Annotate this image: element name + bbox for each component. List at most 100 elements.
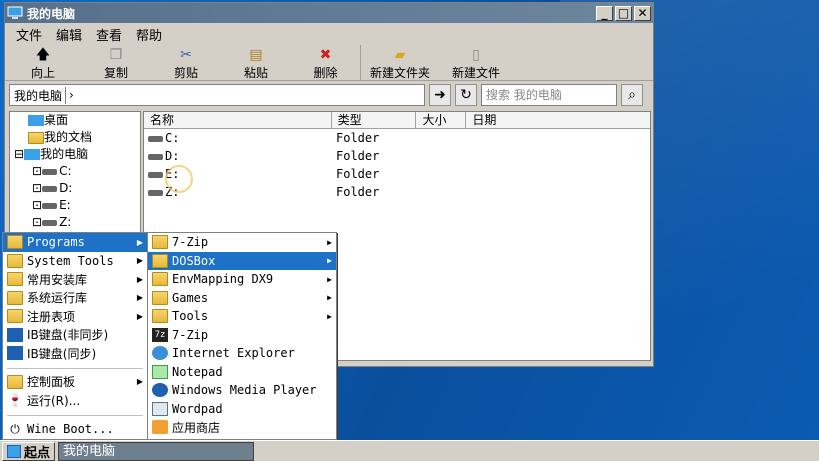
submenu-arrow-icon: ▶ [136, 237, 143, 247]
keyboard-icon [7, 346, 23, 361]
tree-item-documents[interactable]: 我的文档 [10, 129, 140, 146]
expand-icon[interactable]: ⊡ [32, 164, 42, 178]
copy-button[interactable]: ❐ 复制 [81, 45, 151, 81]
paste-icon: ▤ [249, 47, 263, 63]
menu-edit[interactable]: 编辑 [49, 25, 89, 44]
up-button[interactable]: 🡅 向上 [5, 45, 81, 81]
search-input[interactable]: 搜索 我的电脑 [481, 84, 617, 106]
program-item-7zip-folder[interactable]: 7-Zip ▶ [148, 233, 336, 252]
maximize-button[interactable]: □ [615, 5, 632, 21]
folder-icon [7, 290, 23, 305]
cut-button[interactable]: ✂ 剪贴 [151, 45, 221, 81]
address-bar: 我的电脑 › ➜ ↻ 搜索 我的电脑 ⌕ [9, 83, 649, 107]
busy-cursor-icon [165, 165, 193, 193]
start-item-registry[interactable]: 注册表项 ▶ [3, 307, 147, 326]
new-file-button[interactable]: ▯ 新建文件 [439, 45, 513, 81]
collapse-icon[interactable]: ⊟ [14, 147, 24, 161]
program-item-wordpad[interactable]: Wordpad [148, 400, 336, 419]
list-header: 名称 类型 大小 日期 [144, 112, 650, 129]
folder-icon [28, 131, 44, 144]
program-item-internet-explorer[interactable]: Internet Explorer [148, 344, 336, 363]
column-name[interactable]: 名称 [144, 112, 332, 128]
menu-view[interactable]: 查看 [89, 25, 129, 44]
program-item-envmapping[interactable]: EnvMapping DX9 ▶ [148, 270, 336, 289]
start-item-install-library[interactable]: 常用安装库 ▶ [3, 270, 147, 289]
submenu-arrow-icon: ▶ [136, 377, 143, 387]
folder-icon [152, 253, 168, 268]
run-icon: 🍷 [7, 393, 23, 408]
close-button[interactable]: ✕ [634, 5, 651, 21]
program-item-games[interactable]: Games ▶ [148, 289, 336, 308]
start-item-run[interactable]: 🍷 运行(R)... [3, 391, 147, 410]
programs-submenu: 7-Zip ▶ DOSBox ▶ EnvMapping DX9 ▶ Games ▶ To… [147, 232, 337, 440]
list-item[interactable]: C: Folder [144, 129, 650, 147]
list-item[interactable]: D: Folder [144, 147, 650, 165]
expand-icon[interactable]: ⊡ [32, 181, 42, 195]
program-item-dosbox[interactable]: DOSBox ▶ [148, 251, 336, 270]
new-folder-button[interactable]: ▰ 新建文件夹 [361, 45, 439, 81]
menu-help[interactable]: 帮助 [129, 25, 169, 44]
taskbar-item-my-computer[interactable]: 我的电脑 [58, 441, 255, 461]
folder-icon [152, 290, 168, 305]
new-folder-icon: ▰ [394, 47, 406, 63]
column-type[interactable]: 类型 [332, 112, 417, 128]
folder-icon [7, 309, 23, 324]
drive-icon [42, 185, 58, 192]
column-date[interactable]: 日期 [466, 112, 650, 128]
window-title: 我的电脑 [27, 6, 76, 21]
start-item-programs[interactable]: Programs ▶ [3, 233, 147, 252]
cut-icon: ✂ [180, 47, 192, 63]
program-item-7zip[interactable]: 7z 7-Zip [148, 326, 336, 345]
tree-item-drive-e[interactable]: ⊡ E: [10, 197, 140, 214]
search-icon[interactable]: ⌕ [621, 84, 643, 106]
start-icon [7, 444, 21, 458]
start-item-wine-boot[interactable]: ⏻ Wine Boot... [3, 420, 147, 439]
start-item-ib-keyboard-async[interactable]: IB键盘(非同步) [3, 326, 147, 345]
tree-item-drive-c[interactable]: ⊡ C: [10, 163, 140, 180]
expand-icon[interactable]: ⊡ [32, 198, 42, 212]
copy-icon: ❐ [109, 47, 123, 63]
menu-separator [7, 412, 143, 416]
start-button[interactable]: 起点 [2, 441, 56, 461]
internet-explorer-icon [152, 346, 168, 361]
desktop-icon [28, 115, 44, 126]
title-bar[interactable]: 我的电脑 _ □ ✕ [5, 3, 653, 23]
new-file-icon: ▯ [472, 47, 480, 63]
minimize-button[interactable]: _ [596, 5, 613, 21]
program-item-app-store[interactable]: 应用商店 [148, 418, 336, 437]
tree-item-drive-z[interactable]: ⊡ Z: [10, 214, 140, 231]
drive-icon [42, 219, 58, 226]
list-item[interactable]: E: Folder [144, 165, 650, 183]
taskbar: 起点 我的电脑 [0, 440, 819, 461]
tree-item-desktop[interactable]: 桌面 [10, 112, 140, 129]
breadcrumb-chevron-icon[interactable]: › [69, 88, 74, 102]
folder-icon [152, 309, 168, 324]
expand-icon[interactable]: ⊡ [32, 215, 42, 229]
start-item-runtime-library[interactable]: 系统运行库 ▶ [3, 289, 147, 308]
program-item-notepad[interactable]: Notepad [148, 363, 336, 382]
7zip-icon: 7z [152, 327, 168, 342]
start-item-control-panel[interactable]: 控制面板 ▶ [3, 373, 147, 392]
tree-item-computer[interactable]: ⊟ 我的电脑 [10, 146, 140, 163]
breadcrumb[interactable]: 我的电脑 [14, 86, 67, 104]
submenu-arrow-icon: ▶ [327, 311, 332, 321]
notepad-icon [152, 364, 168, 379]
refresh-button[interactable]: ↻ [455, 84, 477, 106]
drive-icon [148, 153, 163, 160]
program-item-media-player[interactable]: Windows Media Player [148, 381, 336, 400]
address-field[interactable]: 我的电脑 › [9, 84, 425, 106]
start-item-system-tools[interactable]: System Tools ▶ [3, 252, 147, 271]
submenu-arrow-icon: ▶ [136, 311, 143, 321]
delete-button[interactable]: ✖ 删除 [291, 45, 361, 81]
program-item-tools[interactable]: Tools ▶ [148, 307, 336, 326]
menu-file[interactable]: 文件 [9, 25, 49, 44]
start-item-ib-keyboard-sync[interactable]: IB键盘(同步) [3, 344, 147, 363]
up-arrow-icon: 🡅 [35, 47, 51, 63]
tree-item-drive-d[interactable]: ⊡ D: [10, 180, 140, 197]
list-item[interactable]: Z: Folder [144, 183, 650, 201]
paste-button[interactable]: ▤ 粘贴 [221, 45, 291, 81]
submenu-arrow-icon: ▶ [327, 293, 332, 303]
store-icon [152, 420, 168, 435]
column-size[interactable]: 大小 [416, 112, 467, 128]
go-button[interactable]: ➜ [429, 84, 451, 106]
